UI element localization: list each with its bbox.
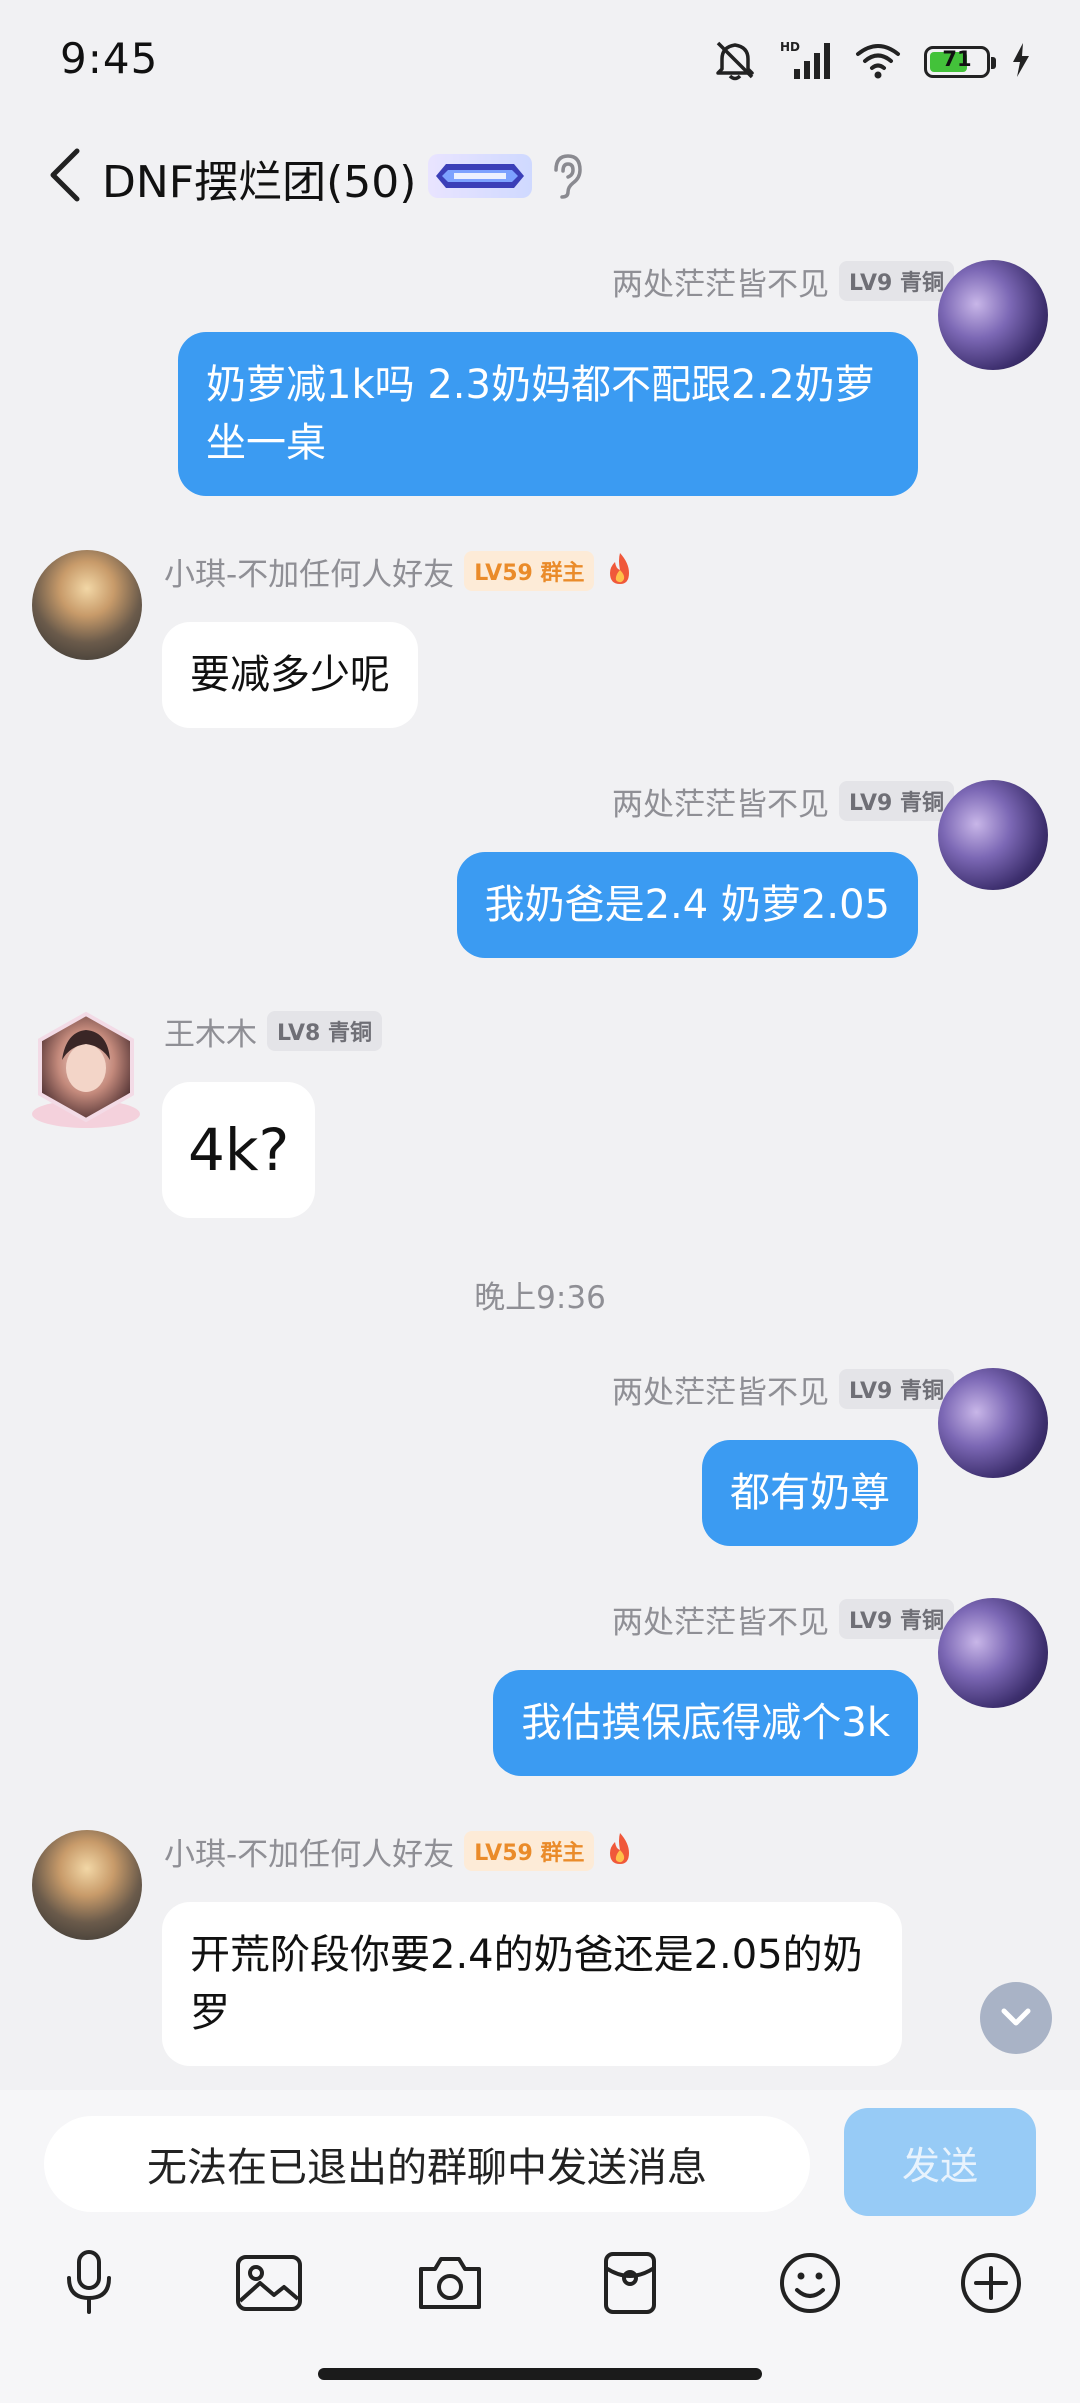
avatar[interactable] [28,1010,144,1134]
sender-name: 两处茫茫皆不见 [612,786,830,823]
mute-bell-icon [712,39,758,85]
message-bubble[interactable]: 我奶爸是2.4 奶萝2.05 [456,852,918,958]
sender-name: 小琪-不加任何人好友 [164,1836,455,1873]
chevron-left-icon [50,148,80,202]
level-badge: LV59 群主 [464,1831,595,1871]
sender-row: 两处茫茫皆不见 LV9 青铜 [612,1368,954,1411]
message-bubble[interactable]: 开荒阶段你要2.4的奶爸还是2.05的奶罗 [162,1902,902,2066]
status-icons: HD 71 [712,38,1030,86]
signal-icon: HD [780,39,832,85]
camera-icon[interactable] [405,2238,495,2328]
sender-name: 两处茫茫皆不见 [612,1374,830,1411]
sender-row: 两处茫茫皆不见 LV9 青铜 [612,780,954,823]
input-bar: 无法在已退出的群聊中发送消息 发送 [0,2090,1080,2403]
avatar[interactable] [32,1830,142,1940]
message-bubble[interactable]: 要减多少呢 [162,622,418,728]
time-divider: 晚上9:36 [474,1280,606,1316]
level-badge: LV9 青铜 [839,1599,954,1639]
fire-icon [604,1831,636,1871]
sender-row: 小琪-不加任何人好友 LV59 群主 [164,1830,636,1873]
level-badge: LV9 青铜 [839,1369,954,1409]
battery-icon: 71 [924,46,996,78]
scroll-to-bottom-button[interactable] [980,1982,1052,2054]
avatar[interactable] [938,1368,1048,1478]
sender-row: 王木木 LV8 青铜 [164,1010,382,1053]
microphone-icon[interactable] [44,2238,134,2328]
message-input[interactable]: 无法在已退出的群聊中发送消息 [44,2116,810,2212]
chat-header: DNF摆烂团(50) [0,130,1080,220]
wifi-icon [854,40,902,84]
back-button[interactable] [30,140,100,210]
image-icon[interactable] [224,2238,314,2328]
sender-name: 两处茫茫皆不见 [612,1604,830,1641]
sender-name: 小琪-不加任何人好友 [164,556,455,593]
message-bubble[interactable]: 4k? [162,1082,316,1218]
status-time: 9:45 [60,34,159,83]
sender-row: 两处茫茫皆不见 LV9 青铜 [612,260,954,303]
fire-icon [604,551,636,591]
group-title[interactable]: DNF摆烂团(50) [102,146,416,210]
plus-icon[interactable] [946,2238,1036,2328]
message-bubble[interactable]: 奶萝减1k吗 2.3奶妈都不配跟2.2奶萝坐一桌 [178,332,918,496]
level-badge: LV59 群主 [464,551,595,591]
emoji-icon[interactable] [765,2238,855,2328]
avatar[interactable] [938,260,1048,370]
message-bubble[interactable]: 都有奶尊 [702,1440,918,1546]
home-indicator[interactable] [318,2368,762,2380]
level-badge: LV8 青铜 [267,1011,382,1051]
ear-icon[interactable] [546,152,586,200]
status-bar: 9:45 HD 71 [0,0,1080,120]
avatar[interactable] [938,1598,1048,1708]
battery-level: 71 [942,47,972,71]
sender-name: 王木木 [164,1016,257,1053]
send-button[interactable]: 发送 [844,2108,1036,2216]
red-packet-icon[interactable] [585,2238,675,2328]
charging-icon [1012,43,1030,81]
svg-text:HD: HD [780,40,800,54]
message-bubble[interactable]: 我估摸保底得减个3k [493,1670,918,1776]
sender-name: 两处茫茫皆不见 [612,266,830,303]
level-badge: LV9 青铜 [839,781,954,821]
sender-row: 小琪-不加任何人好友 LV59 群主 [164,550,636,593]
sender-row: 两处茫茫皆不见 LV9 青铜 [612,1598,954,1641]
chevron-down-icon [1001,2008,1031,2026]
toolbar [0,2238,1080,2338]
avatar[interactable] [32,550,142,660]
level-badge: LV9 青铜 [839,261,954,301]
avatar[interactable] [938,780,1048,890]
group-badge-logo-icon [428,154,532,198]
message-list[interactable]: 两处茫茫皆不见 LV9 青铜 奶萝减1k吗 2.3奶妈都不配跟2.2奶萝坐一桌 … [0,220,1080,2090]
